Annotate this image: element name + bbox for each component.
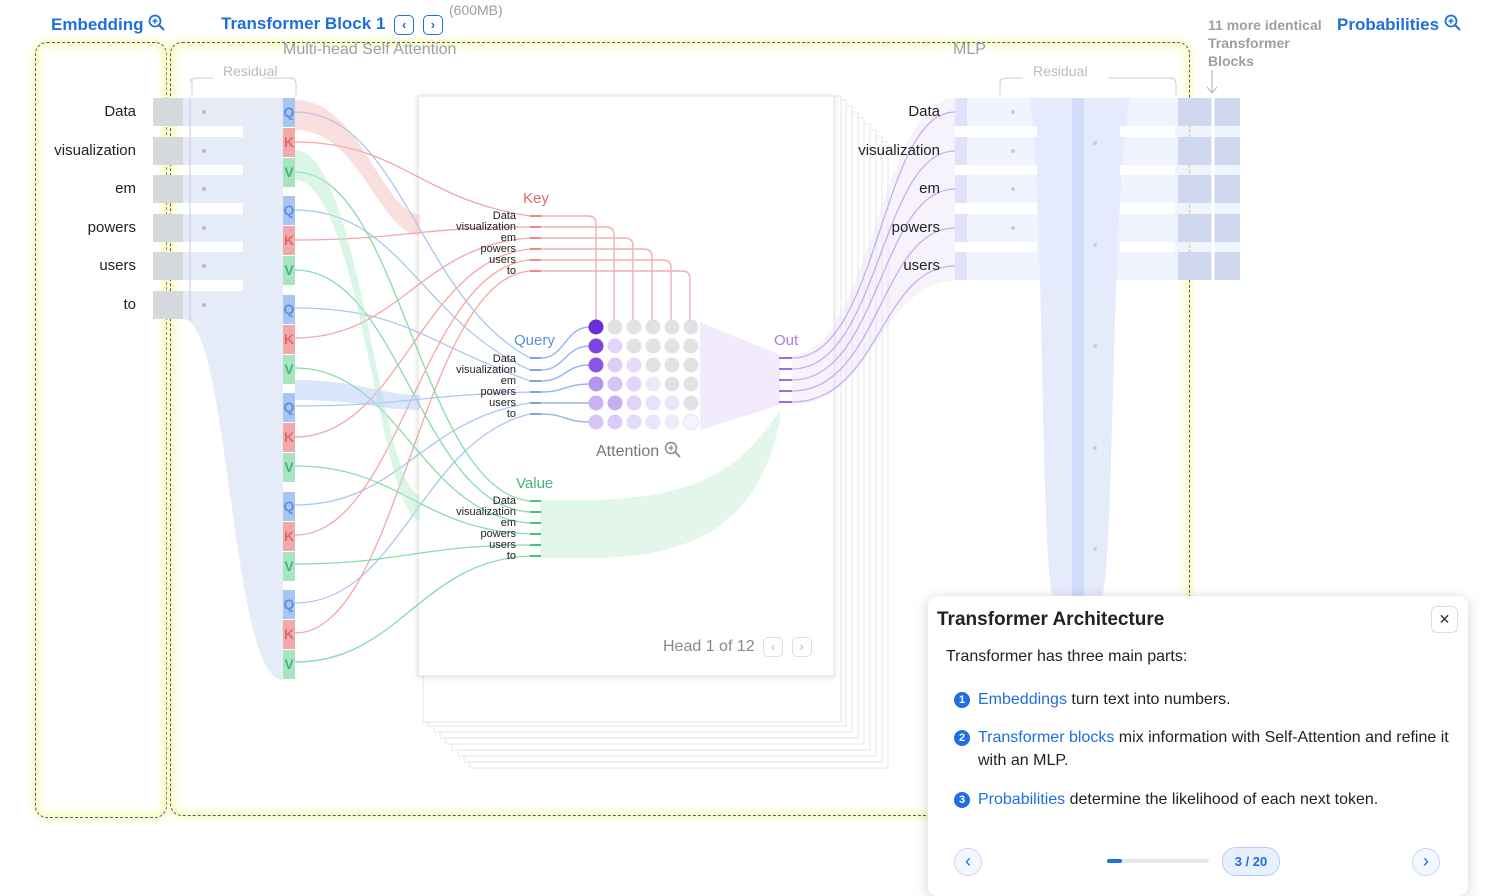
close-icon[interactable]: ✕ — [1439, 611, 1451, 627]
value-vector[interactable]: V — [283, 256, 295, 285]
head-nav: Head 1 of 12 ‹ › — [663, 637, 812, 657]
step-number-badge: 1 — [954, 692, 970, 708]
mlp-token-label[interactable]: powers — [892, 219, 940, 236]
token-label[interactable]: em — [115, 180, 136, 197]
attention-label-group[interactable]: Attention — [596, 441, 682, 461]
chevron-right-icon[interactable]: › — [1423, 851, 1429, 871]
tutorial-card: Transformer Architecture ✕ Transformer h… — [928, 596, 1468, 896]
key-label: Key — [523, 190, 549, 207]
key-vector[interactable]: K — [283, 325, 295, 354]
value-vector[interactable]: V — [283, 355, 295, 384]
chevron-left-icon[interactable]: ‹ — [965, 851, 971, 871]
head-label: Head 1 of 12 — [663, 638, 755, 656]
key-token: to — [506, 265, 516, 277]
prev-head-button[interactable]: ‹ — [763, 637, 784, 657]
mlp-token-label[interactable]: Data — [908, 103, 940, 120]
token-label[interactable]: powers — [88, 219, 136, 236]
query-vector[interactable]: Q — [283, 492, 295, 521]
page-indicator: 3 / 20 — [1222, 847, 1280, 876]
key-vector[interactable]: K — [283, 620, 295, 649]
query-vector[interactable]: Q — [283, 590, 295, 619]
mlp-token-label[interactable]: visualization — [858, 142, 940, 159]
mlp-token-label[interactable]: em — [919, 180, 940, 197]
tutorial-item: 3 Probabilities determine the likelihood … — [954, 788, 1434, 811]
mlp-token-list: Data visualization em powers users — [840, 103, 940, 283]
key-vector[interactable]: K — [283, 522, 295, 551]
mlp-token-label[interactable]: users — [903, 257, 940, 274]
value-label: Value — [516, 475, 554, 492]
token-label[interactable]: Data — [104, 103, 136, 120]
query-vector[interactable]: Q — [283, 393, 295, 422]
tutorial-title: Transformer Architecture — [937, 609, 1165, 630]
probabilities-tutorial-link[interactable]: Probabilities — [978, 791, 1065, 808]
key-vector[interactable]: K — [283, 226, 295, 255]
token-label[interactable]: to — [123, 296, 136, 313]
tutorial-item: 2 Transformer blocks mix information with… — [954, 726, 1468, 772]
step-number-badge: 3 — [954, 792, 970, 808]
tutorial-item-text: turn text into numbers. — [1066, 691, 1231, 708]
tutorial-item: 1 Embeddings turn text into numbers. — [954, 688, 1434, 711]
query-label: Query — [514, 332, 555, 349]
value-vector[interactable]: V — [283, 650, 295, 679]
value-vector[interactable]: V — [283, 158, 295, 187]
token-label[interactable]: visualization — [54, 142, 136, 159]
tutorial-item-text: determine the likelihood of each next to… — [1065, 791, 1379, 808]
value-token: to — [506, 550, 516, 562]
close-button[interactable]: ✕ — [1431, 606, 1458, 633]
key-vector[interactable]: K — [283, 128, 295, 157]
progress-track — [1107, 859, 1209, 863]
zoom-in-icon[interactable] — [664, 441, 682, 459]
query-vector[interactable]: Q — [283, 98, 295, 127]
tutorial-intro: Transformer has three main parts: — [946, 648, 1188, 665]
next-head-button[interactable]: › — [791, 637, 812, 657]
step-number-badge: 2 — [954, 730, 970, 746]
value-vector[interactable]: V — [283, 453, 295, 482]
transformer-blocks-link[interactable]: Transformer blocks — [978, 729, 1114, 746]
attention-matrix[interactable] — [585, 316, 705, 436]
embedding-token-list: Data visualization em powers users to — [40, 103, 136, 323]
query-vector[interactable]: Q — [283, 196, 295, 225]
attention-label[interactable]: Attention — [596, 443, 659, 460]
query-token: to — [506, 408, 516, 420]
next-step-button[interactable]: › — [1412, 848, 1440, 876]
query-vector[interactable]: Q — [283, 295, 295, 324]
token-label[interactable]: users — [99, 257, 136, 274]
progress-fill — [1107, 859, 1123, 863]
out-label: Out — [774, 332, 799, 349]
embeddings-link[interactable]: Embeddings — [978, 691, 1067, 708]
prev-step-button[interactable]: ‹ — [954, 848, 982, 876]
key-vector[interactable]: K — [283, 423, 295, 452]
value-vector[interactable]: V — [283, 552, 295, 581]
